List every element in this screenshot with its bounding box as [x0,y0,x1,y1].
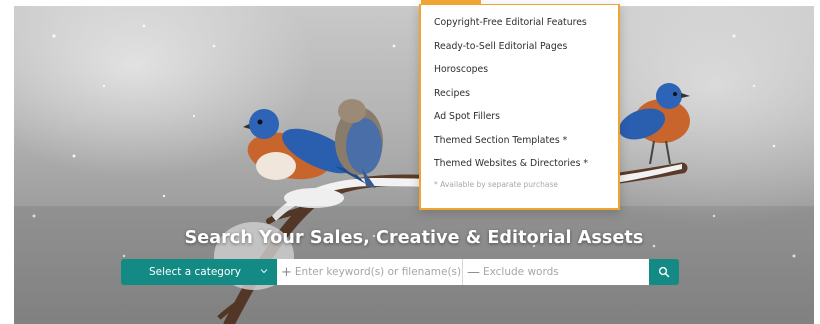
plus-icon: + [281,264,292,280]
exclude-field: — [463,259,649,285]
keyword-input[interactable] [294,260,462,284]
availability-note: * Available by separate purchase [434,179,558,189]
category-select-label: Select a category [149,266,241,278]
chevron-down-icon [260,269,268,274]
minus-icon: — [467,264,480,280]
menu-item-ready-to-sell-editorial-pages[interactable]: Ready-to-Sell Editorial Pages [421,35,618,59]
menu-item-horoscopes[interactable]: Horoscopes [421,58,618,82]
category-select[interactable]: Select a category [121,259,277,285]
editorial-dropdown-menu: Copyright-Free Editorial Features Ready-… [419,0,620,210]
menu-item-ad-spot-fillers[interactable]: Ad Spot Fillers [421,105,618,129]
menu-item-copyright-free-editorial-features[interactable]: Copyright-Free Editorial Features [421,11,618,35]
menu-item-themed-section-templates[interactable]: Themed Section Templates * [421,129,618,153]
page: Search Your Sales, Creative & Editorial … [0,0,820,324]
search-bar: Select a category + — [121,259,679,285]
dropdown-list: Copyright-Free Editorial Features Ready-… [421,5,618,176]
menu-tab-accent [421,0,481,4]
exclude-input[interactable] [483,260,649,284]
hero-title: Search Your Sales, Creative & Editorial … [184,228,644,248]
menu-item-recipes[interactable]: Recipes [421,82,618,106]
search-button[interactable] [649,259,679,285]
menu-item-themed-websites-directories[interactable]: Themed Websites & Directories * [421,152,618,176]
search-icon [658,266,670,278]
keyword-field: + [277,259,463,285]
